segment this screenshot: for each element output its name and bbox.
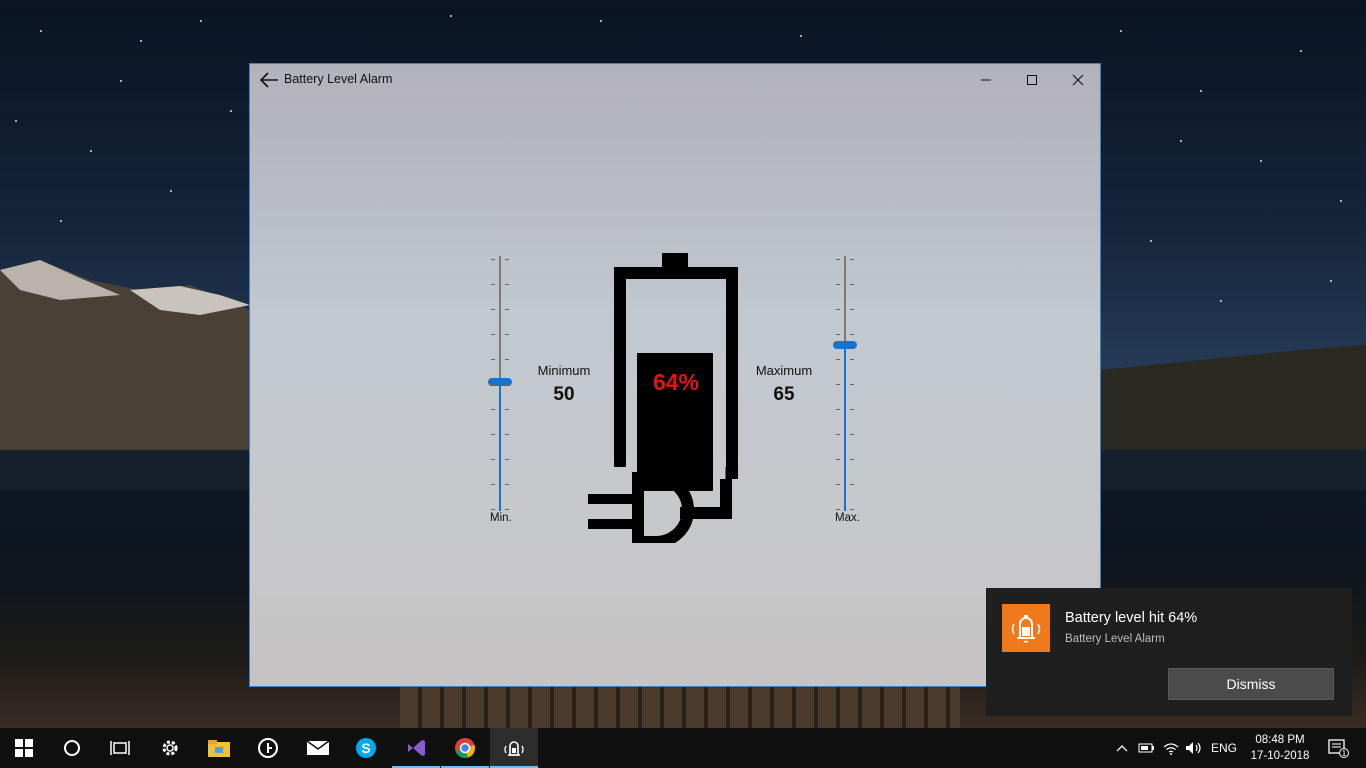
slider-tick: [836, 259, 840, 260]
battery-plug-icon: [588, 253, 738, 543]
slider-tick: [505, 309, 509, 310]
slider-tick: [505, 359, 509, 360]
slider-tick: [505, 284, 509, 285]
slider-tick: [505, 384, 509, 385]
slider-tick: [491, 334, 495, 335]
task-view-icon[interactable]: [96, 728, 144, 768]
mail-icon[interactable]: [294, 728, 342, 768]
window-title: Battery Level Alarm: [284, 72, 393, 86]
notification-icon: 1: [1328, 739, 1349, 758]
slider-tick: [505, 409, 509, 410]
taskbar: S ENG 08:48 PM 17-10-2018 1: [0, 728, 1366, 768]
notification-count: 1: [1342, 749, 1347, 758]
slider-tick: [505, 459, 509, 460]
language-label: ENG: [1210, 741, 1237, 755]
slider-tick: [850, 509, 854, 510]
slider-tick: [836, 309, 840, 310]
slider-tick: [836, 434, 840, 435]
slider-tick: [505, 434, 509, 435]
maximum-value: 65: [773, 384, 795, 405]
slider-tick: [836, 284, 840, 285]
visual-studio-icon[interactable]: [392, 728, 440, 768]
back-button[interactable]: [254, 66, 284, 94]
clock-time: 08:48 PM: [1255, 734, 1305, 746]
battery-status-icon[interactable]: [1136, 728, 1158, 768]
wifi-icon[interactable]: [1160, 728, 1182, 768]
slider-tick: [836, 484, 840, 485]
slider-tick: [836, 509, 840, 510]
slider-tick: [505, 509, 509, 510]
slider-tick: [850, 434, 854, 435]
toast-title: Battery level hit 64%: [1065, 610, 1198, 626]
battery-alarm-app-icon[interactable]: [490, 728, 538, 768]
language-indicator[interactable]: ENG: [1206, 728, 1242, 768]
clock-date: 17-10-2018: [1250, 750, 1310, 762]
file-explorer-icon[interactable]: [195, 728, 243, 768]
slider-tick: [850, 334, 854, 335]
action-center-button[interactable]: 1: [1318, 728, 1358, 768]
slider-tick: [836, 359, 840, 360]
slider-tick: [491, 309, 495, 310]
slider-tick: [491, 509, 495, 510]
battery-alarm-bell-icon: [1002, 604, 1050, 652]
slider-tick: [836, 459, 840, 460]
svg-text:S: S: [361, 740, 370, 756]
slider-tick: [491, 359, 495, 360]
maximum-caption: Maximum: [755, 363, 813, 378]
max-slider-label: Max.: [835, 512, 860, 524]
toast-notification[interactable]: Battery level hit 64% Battery Level Alar…: [986, 588, 1352, 716]
slider-tick: [491, 459, 495, 460]
clock[interactable]: 08:48 PM 17-10-2018: [1240, 732, 1320, 764]
slider-tick: [850, 309, 854, 310]
slider-tick: [836, 384, 840, 385]
slider-tick: [505, 259, 509, 260]
slider-tick: [850, 484, 854, 485]
maximize-button[interactable]: [1009, 64, 1055, 96]
chrome-icon[interactable]: [441, 728, 489, 768]
slider-fill: [844, 345, 846, 511]
toast-app-name: Battery Level Alarm: [1065, 633, 1165, 645]
volume-icon[interactable]: [1183, 728, 1205, 768]
minimum-slider[interactable]: [485, 256, 515, 518]
cortana-search-icon[interactable]: [48, 728, 96, 768]
slider-tick: [850, 384, 854, 385]
close-button[interactable]: [1055, 64, 1100, 96]
slider-tick: [491, 384, 495, 385]
maximum-slider-thumb[interactable]: [833, 341, 857, 349]
slider-tick: [491, 284, 495, 285]
slider-tick: [836, 409, 840, 410]
slider-tick: [850, 259, 854, 260]
slider-tick: [850, 409, 854, 410]
min-slider-label: Min.: [490, 512, 512, 524]
slider-tick: [850, 459, 854, 460]
maximize-icon: [1027, 75, 1037, 85]
minimize-button[interactable]: [963, 64, 1009, 96]
minimize-icon: [981, 79, 991, 81]
show-hidden-icons-chevron-icon[interactable]: [1112, 728, 1132, 768]
slider-tick: [491, 259, 495, 260]
slider-tick: [491, 484, 495, 485]
slider-tick: [850, 359, 854, 360]
skype-icon[interactable]: S: [342, 728, 390, 768]
maximum-slider[interactable]: [830, 256, 860, 518]
back-arrow-icon: [259, 72, 278, 88]
slider-tick: [505, 484, 509, 485]
battery-percent: 64%: [652, 369, 700, 395]
dismiss-button[interactable]: Dismiss: [1168, 668, 1334, 700]
slider-tick: [836, 334, 840, 335]
battery-level-alarm-window: Battery Level Alarm Min. Minimum 50 64% …: [249, 63, 1101, 687]
close-icon: [1072, 74, 1084, 86]
slider-tick: [505, 334, 509, 335]
settings-gear-icon[interactable]: [146, 728, 194, 768]
wooden-dock: [400, 686, 960, 728]
title-bar: Battery Level Alarm: [250, 64, 1100, 96]
slider-tick: [491, 409, 495, 410]
slider-fill: [499, 382, 501, 511]
slider-tick: [850, 284, 854, 285]
windows-start-icon[interactable]: [0, 728, 48, 768]
slider-tick: [491, 434, 495, 435]
app-icon[interactable]: [244, 728, 292, 768]
